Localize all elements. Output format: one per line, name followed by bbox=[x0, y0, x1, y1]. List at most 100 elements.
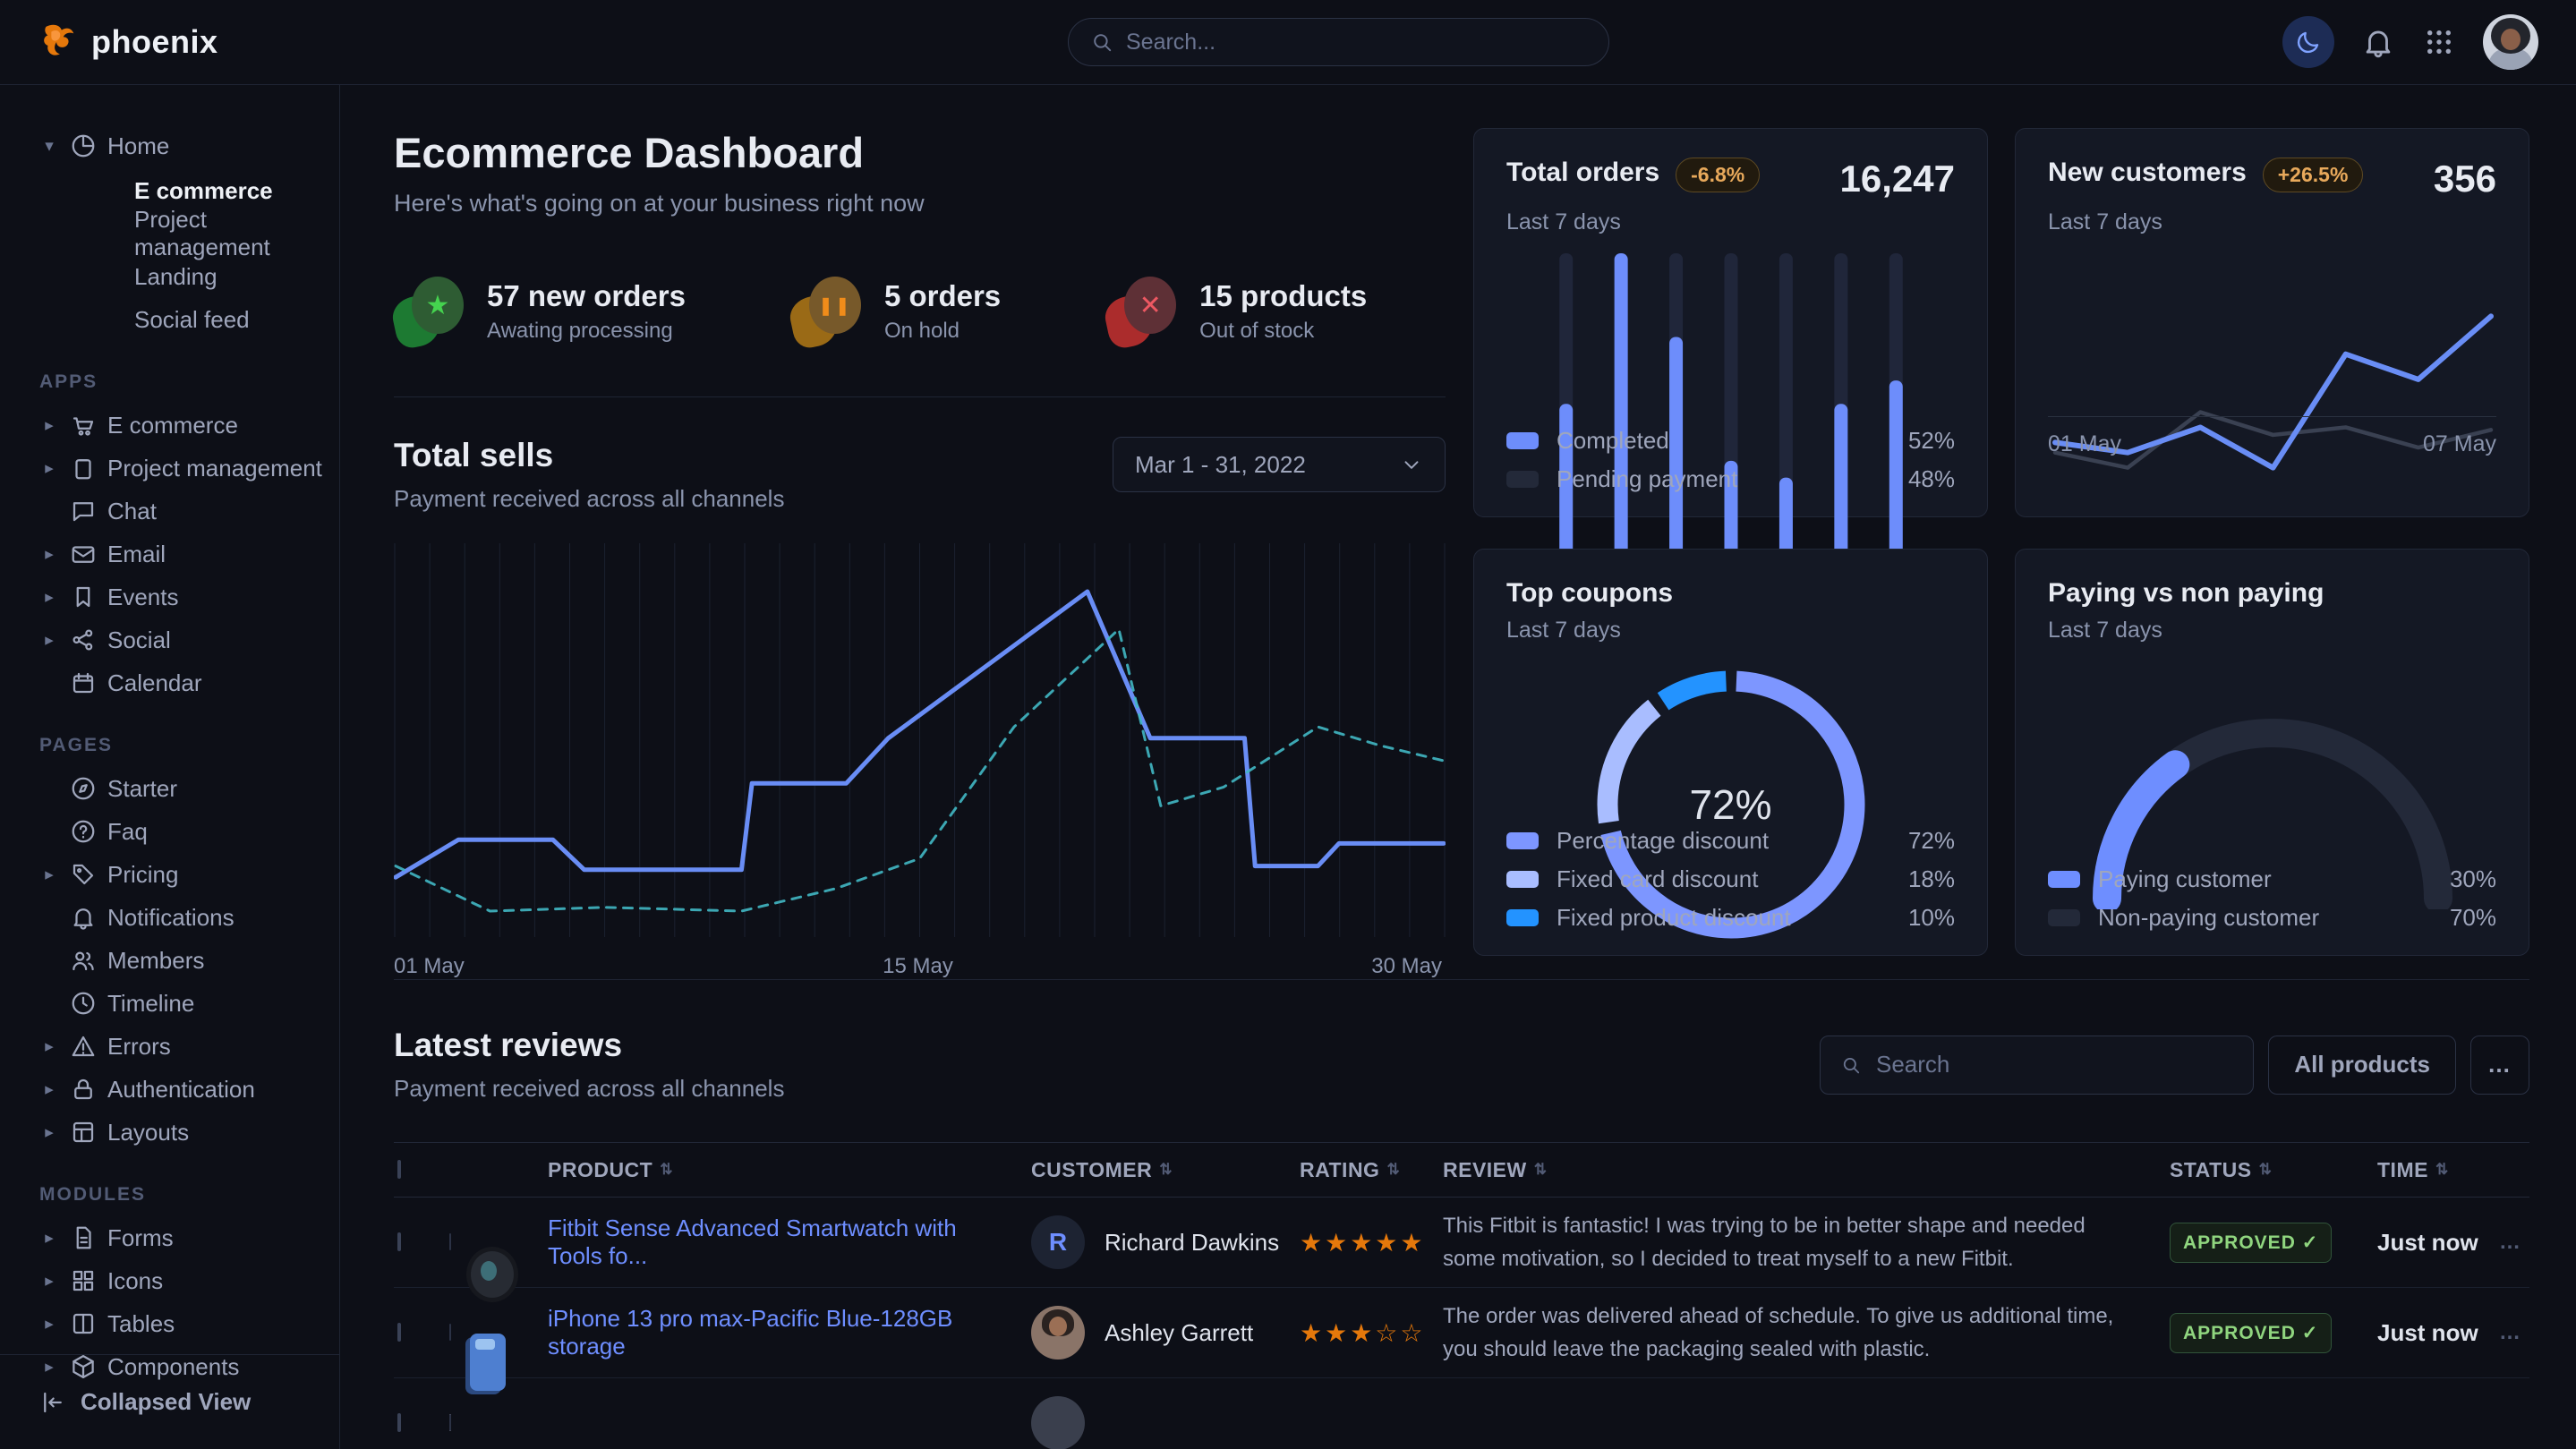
legend-value: 18% bbox=[1908, 865, 1955, 893]
sidebar-nav: ▾ Home E commerce Project managementLandi… bbox=[0, 85, 340, 1449]
date-range-value: Mar 1 - 31, 2022 bbox=[1135, 451, 1306, 479]
product-thumbnail[interactable] bbox=[449, 1233, 451, 1250]
column-header-product[interactable]: PRODUCT⇅ bbox=[548, 1158, 1031, 1182]
sidebar-item-e-commerce[interactable]: ▸E commerce bbox=[39, 404, 339, 447]
stat-value: 15 products bbox=[1199, 279, 1367, 313]
theme-toggle-button[interactable] bbox=[2282, 16, 2334, 68]
bell-icon bbox=[70, 904, 97, 931]
reviews-more-button[interactable]: … bbox=[2470, 1036, 2529, 1095]
table-row: iPhone 13 pro max-Pacific Blue-128GB sto… bbox=[394, 1288, 2529, 1378]
column-header-customer[interactable]: CUSTOMER⇅ bbox=[1031, 1158, 1300, 1182]
sidebar-item-tables[interactable]: ▸Tables bbox=[39, 1302, 339, 1345]
table-header-row: PRODUCT⇅CUSTOMER⇅RATING⇅REVIEW⇅STATUS⇅TI… bbox=[394, 1142, 2529, 1198]
bookmark-icon bbox=[70, 584, 97, 610]
sidebar-item-label: E commerce bbox=[107, 412, 238, 439]
sidebar-item-authentication[interactable]: ▸ Authentication bbox=[39, 1068, 339, 1111]
sidebar-item-home[interactable]: ▾ Home bbox=[39, 124, 339, 167]
apps-grid-icon[interactable] bbox=[2422, 25, 2456, 59]
sidebar-item-label: Authentication bbox=[107, 1076, 255, 1104]
sidebar-item-events[interactable]: ▸Events bbox=[39, 575, 339, 618]
table-row: Fitbit Sense Advanced Smartwatch with To… bbox=[394, 1198, 2529, 1288]
sidebar-item-label: Faq bbox=[107, 818, 148, 846]
sidebar-item-label: Starter bbox=[107, 775, 177, 803]
sidebar-item-members[interactable]: Members bbox=[39, 939, 339, 982]
sidebar-item-email[interactable]: ▸Email bbox=[39, 533, 339, 575]
review-text: This Fitbit is fantastic! I was trying t… bbox=[1443, 1209, 2170, 1275]
sidebar-item-label: Errors bbox=[107, 1033, 171, 1061]
column-header-time[interactable]: TIME⇅ bbox=[2377, 1158, 2499, 1182]
card-period: Last 7 days bbox=[2048, 618, 2496, 644]
row-actions-button[interactable]: … bbox=[2499, 1230, 2529, 1255]
collapsed-view-label: Collapsed View bbox=[81, 1388, 251, 1416]
chevron-right-icon: ▸ bbox=[39, 1228, 59, 1249]
sidebar-item-errors[interactable]: ▸Errors bbox=[39, 1025, 339, 1068]
sort-icon: ⇅ bbox=[1159, 1161, 1173, 1179]
card-title: New customers bbox=[2048, 158, 2247, 188]
legend-label: Pending payment bbox=[1557, 465, 1737, 493]
sidebar-item-icons[interactable]: ▸Icons bbox=[39, 1259, 339, 1302]
chevron-right-icon: ▸ bbox=[39, 458, 59, 479]
review-time: Just now bbox=[2377, 1319, 2499, 1347]
reviews-search-input[interactable] bbox=[1876, 1051, 2233, 1078]
product-link[interactable]: Fitbit Sense Advanced Smartwatch with To… bbox=[548, 1215, 1031, 1270]
legend-value: 70% bbox=[2450, 904, 2496, 932]
share-icon bbox=[70, 626, 97, 653]
sidebar-item-chat[interactable]: Chat bbox=[39, 490, 339, 533]
sidebar-item-label: Home bbox=[107, 132, 169, 160]
customers-line-chart bbox=[2048, 257, 2496, 525]
sidebar-item-faq[interactable]: Faq bbox=[39, 810, 339, 853]
sort-icon: ⇅ bbox=[660, 1161, 673, 1179]
total-sells-title: Total sells bbox=[394, 437, 784, 474]
select-all-checkbox[interactable] bbox=[397, 1160, 401, 1179]
x-tick: 01 May bbox=[2048, 431, 2121, 457]
product-thumbnail[interactable] bbox=[449, 1414, 451, 1431]
sidebar-item-layouts[interactable]: ▸Layouts bbox=[39, 1111, 339, 1154]
column-header-status[interactable]: STATUS⇅ bbox=[2170, 1158, 2377, 1182]
donut-center-value: 72% bbox=[1689, 780, 1771, 829]
card-period: Last 7 days bbox=[1506, 618, 1955, 644]
sidebar-item-notifications[interactable]: Notifications bbox=[39, 896, 339, 939]
row-checkbox[interactable] bbox=[397, 1323, 401, 1342]
legend-label: Paying customer bbox=[2098, 865, 2272, 893]
user-avatar[interactable] bbox=[2483, 14, 2538, 70]
page-subtitle: Here's what's going on at your business … bbox=[394, 190, 1446, 217]
column-header-review[interactable]: REVIEW⇅ bbox=[1443, 1158, 2170, 1182]
collapsed-view-toggle[interactable]: Collapsed View bbox=[0, 1354, 339, 1449]
reviews-search[interactable] bbox=[1820, 1036, 2254, 1095]
sidebar-item-label: Forms bbox=[107, 1224, 174, 1252]
sidebar-item-social[interactable]: ▸Social bbox=[39, 618, 339, 661]
sidebar-item-pricing[interactable]: ▸Pricing bbox=[39, 853, 339, 896]
notifications-bell-icon[interactable] bbox=[2361, 25, 2395, 59]
column-header-rating[interactable]: RATING⇅ bbox=[1300, 1158, 1443, 1182]
sidebar-item-starter[interactable]: Starter bbox=[39, 767, 339, 810]
sidebar-item-label: Pricing bbox=[107, 861, 178, 889]
sidebar-subitem-landing[interactable]: Landing bbox=[39, 255, 339, 298]
product-thumbnail[interactable] bbox=[449, 1324, 451, 1341]
global-search[interactable] bbox=[1068, 18, 1609, 66]
sidebar-item-calendar[interactable]: Calendar bbox=[39, 661, 339, 704]
quick-stat: ✕15 productsOut of stock bbox=[1106, 277, 1367, 346]
legend-value: 52% bbox=[1908, 427, 1955, 455]
stat-sublabel: Awating processing bbox=[487, 319, 686, 344]
card-value: 16,247 bbox=[1840, 158, 1955, 200]
product-link[interactable]: iPhone 13 pro max-Pacific Blue-128GB sto… bbox=[548, 1305, 1031, 1360]
legend-row: Non-paying customer70% bbox=[2048, 904, 2496, 932]
row-checkbox[interactable] bbox=[397, 1413, 401, 1432]
global-search-input[interactable] bbox=[1126, 30, 1587, 55]
total-sells-x-axis: 01 May 15 May 30 May bbox=[394, 954, 1446, 979]
sidebar-subitem-social-feed[interactable]: Social feed bbox=[39, 298, 339, 341]
sidebar-item-project-management[interactable]: ▸Project management bbox=[39, 447, 339, 490]
row-checkbox[interactable] bbox=[397, 1232, 401, 1251]
customers-x-axis: 01 May 07 May bbox=[2048, 416, 2496, 457]
sidebar-item-forms[interactable]: ▸ Forms bbox=[39, 1216, 339, 1259]
sidebar-subitem-project-management[interactable]: Project management bbox=[39, 212, 339, 255]
rating-stars: ★★★★★ bbox=[1300, 1228, 1443, 1257]
date-range-select[interactable]: Mar 1 - 31, 2022 bbox=[1113, 437, 1446, 492]
chevron-right-icon: ▸ bbox=[39, 630, 59, 651]
row-actions-button[interactable]: … bbox=[2499, 1320, 2529, 1345]
brand-logo[interactable]: phoenix bbox=[38, 21, 218, 63]
all-products-filter-button[interactable]: All products bbox=[2268, 1036, 2456, 1095]
main-content: Ecommerce Dashboard Here's what's going … bbox=[340, 85, 2576, 1449]
chevron-right-icon: ▸ bbox=[39, 1079, 59, 1100]
sidebar-item-timeline[interactable]: Timeline bbox=[39, 982, 339, 1025]
